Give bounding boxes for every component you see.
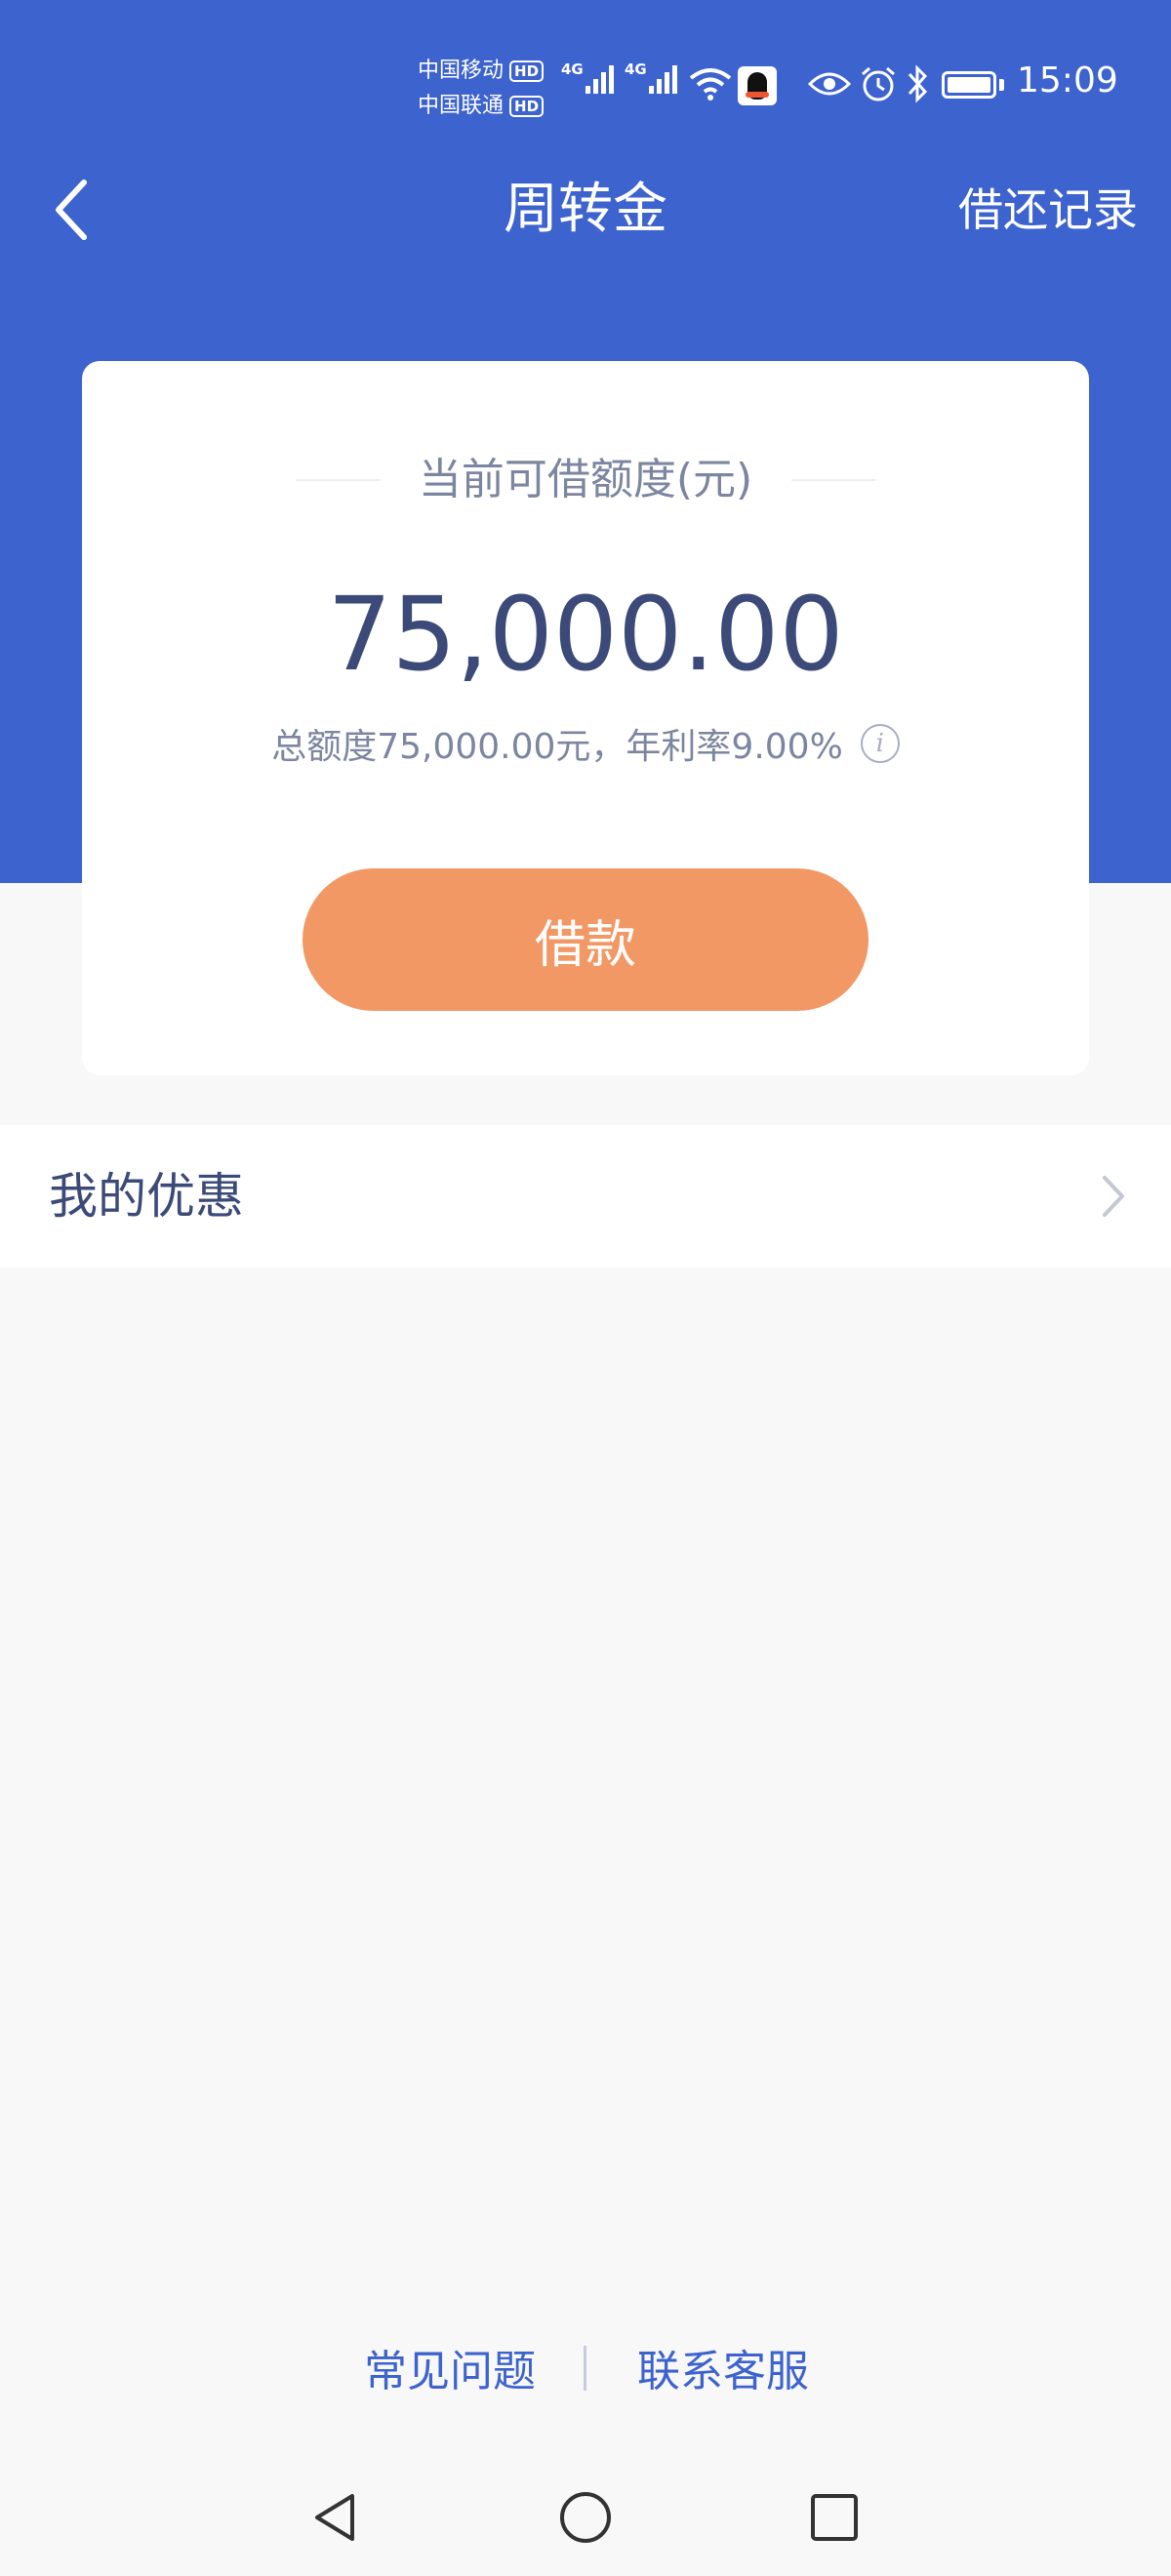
signal-icon-2: 4G: [625, 60, 677, 94]
footer-divider: [584, 2346, 586, 2391]
borrow-repay-records-link[interactable]: 借还记录: [958, 182, 1138, 237]
available-limit-label: 当前可借额度(元): [418, 455, 753, 504]
bluetooth-icon: [908, 64, 928, 103]
system-back-button[interactable]: [298, 2478, 376, 2556]
network-label-1: 4G: [561, 60, 584, 78]
eye-icon: [808, 72, 851, 96]
system-recents-button[interactable]: [795, 2478, 873, 2556]
card-label-row: 当前可借额度(元): [82, 451, 1089, 509]
wifi-icon: [689, 68, 732, 101]
contact-support-link[interactable]: 联系客服: [637, 2340, 809, 2404]
chevron-right-icon: [1103, 1176, 1124, 1217]
status-bar: 中国移动 HD 中国联通 HD 4G 4G 15:09: [0, 0, 1171, 166]
total-limit-text: 总额度75,000.00元，年利率9.00%: [271, 727, 843, 767]
alarm-icon: [862, 66, 895, 101]
carrier-2-name: 中国联通: [418, 94, 505, 118]
carrier-line-1: 中国移动 HD: [418, 54, 545, 89]
triangle-back-icon: [315, 2494, 354, 2541]
network-label-2: 4G: [625, 60, 647, 78]
hd-badge-1: HD: [509, 60, 545, 82]
square-recents-icon: [811, 2494, 858, 2541]
system-home-button[interactable]: [546, 2478, 625, 2556]
borrow-button[interactable]: 借款: [303, 868, 868, 1011]
total-limit-row: 总额度75,000.00元，年利率9.00% i: [82, 714, 1089, 773]
label-divider-right: [791, 479, 876, 481]
info-icon[interactable]: i: [860, 724, 900, 763]
my-discounts-label: 我的优惠: [49, 1168, 244, 1225]
footer-links: 常见问题 联系客服: [0, 2340, 1171, 2404]
label-divider-left: [295, 479, 380, 481]
status-time: 15:09: [1017, 60, 1118, 101]
carrier-1-name: 中国移动: [418, 59, 505, 83]
credit-limit-card: 当前可借额度(元) 75,000.00 总额度75,000.00元，年利率9.0…: [82, 361, 1089, 1075]
battery-tip: [999, 79, 1004, 91]
carrier-line-2: 中国联通 HD: [418, 89, 545, 124]
faq-link[interactable]: 常见问题: [364, 2340, 536, 2404]
carrier-info: 中国移动 HD 中国联通 HD: [418, 54, 545, 124]
hd-badge-2: HD: [509, 96, 545, 117]
signal-icon-1: 4G: [561, 60, 614, 94]
circle-home-icon: [560, 2492, 611, 2543]
qq-app-icon: [738, 66, 777, 105]
my-discounts-row[interactable]: 我的优惠: [0, 1125, 1171, 1268]
battery-icon: [942, 71, 996, 99]
available-amount: 75,000.00: [327, 575, 844, 694]
system-navigation-bar: [0, 2459, 1171, 2576]
